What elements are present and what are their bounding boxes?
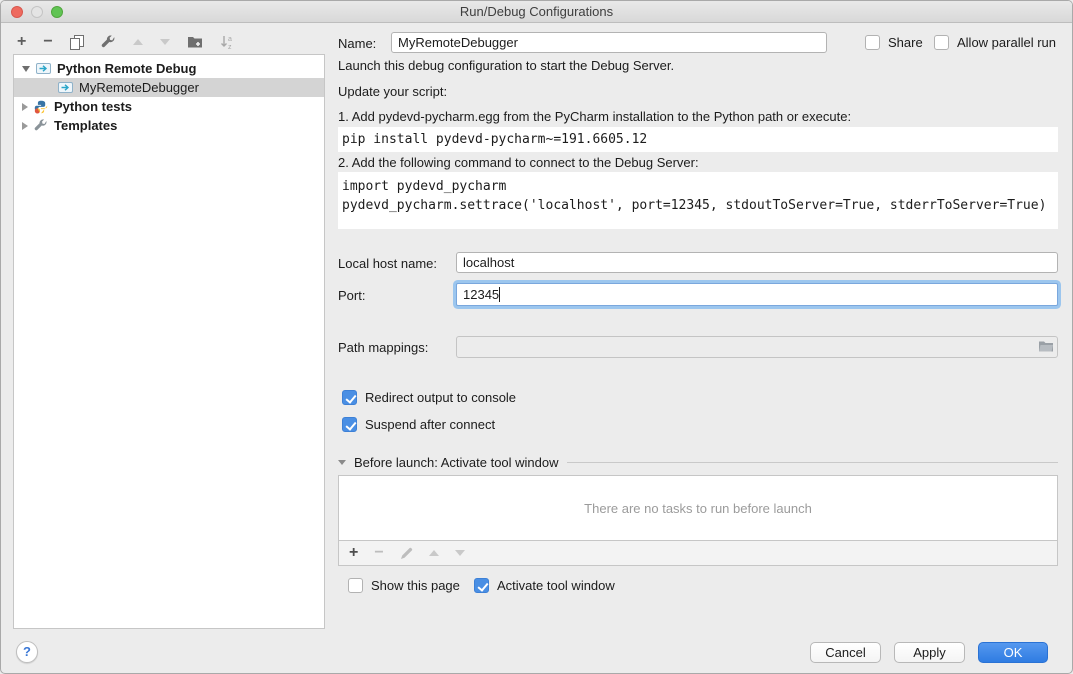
chevron-expanded-icon[interactable] [22,66,30,72]
suspend-after-connect-checkbox[interactable] [342,417,357,432]
browse-folder-icon[interactable] [1038,340,1054,356]
templates-wrench-icon [34,119,48,133]
move-task-down-icon [455,550,465,556]
tree-item-label: Python tests [54,99,132,114]
suspend-after-connect-label: Suspend after connect [365,417,495,432]
tree-item-label: Templates [54,118,117,133]
step-1-text: 1. Add pydevd-pycharm.egg from the PyCha… [338,109,851,124]
remote-debug-icon [58,81,73,94]
configurations-tree: Python Remote Debug MyRemoteDebugger Pyt… [13,54,325,629]
window-title: Run/Debug Configurations [1,4,1072,19]
remove-task-icon: − [374,546,383,560]
add-task-icon[interactable]: + [349,546,358,560]
separator-line [567,462,1058,463]
tree-item-label: MyRemoteDebugger [79,80,199,95]
path-mappings-input[interactable] [456,336,1058,358]
title-bar: Run/Debug Configurations [1,1,1072,23]
copy-configuration-icon[interactable] [70,35,84,50]
settrace-code-block: import pydevd_pycharm pydevd_pycharm.set… [338,172,1058,229]
redirect-output-row: Redirect output to console [342,390,516,405]
tree-item-label: Python Remote Debug [57,61,196,76]
apply-button[interactable]: Apply [894,642,965,663]
run-debug-configurations-dialog: Run/Debug Configurations + − az Python R… [0,0,1073,674]
before-launch-title: Before launch: Activate tool window [354,455,559,470]
edit-templates-wrench-icon[interactable] [101,35,116,50]
port-input-wrapper [456,283,1058,306]
remote-debug-icon [36,62,51,75]
code-line-2: pydevd_pycharm.settrace('localhost', por… [342,196,1058,215]
add-configuration-icon[interactable]: + [17,35,26,49]
move-up-icon [133,39,143,45]
pip-install-code-block: pip install pydevd-pycharm~=191.6605.12 [338,127,1058,152]
collapse-triangle-icon[interactable] [338,460,346,465]
tree-item-templates[interactable]: Templates [14,116,324,135]
move-down-icon [160,39,170,45]
allow-parallel-run-label: Allow parallel run [957,35,1056,50]
description-line-1: Launch this debug configuration to start… [338,58,674,73]
allow-parallel-run-checkbox[interactable] [934,35,949,50]
svg-text:a: a [228,36,232,43]
edit-task-pencil-icon [400,547,413,560]
help-button[interactable]: ? [16,641,38,663]
move-task-up-icon [429,550,439,556]
allow-parallel-checkbox-row: Allow parallel run [934,35,1056,50]
tree-item-python-tests[interactable]: Python tests [14,97,324,116]
remove-configuration-icon[interactable]: − [43,35,52,49]
show-this-page-label: Show this page [371,578,460,593]
share-checkbox[interactable] [865,35,880,50]
before-launch-task-list[interactable]: There are no tasks to run before launch [338,475,1058,541]
chevron-collapsed-icon[interactable] [22,122,28,130]
local-host-name-input[interactable] [456,252,1058,273]
empty-task-list-text: There are no tasks to run before launch [584,501,812,516]
share-checkbox-row: Share [865,35,923,50]
code-line-1: import pydevd_pycharm [342,177,1058,196]
port-label: Port: [338,288,365,303]
tree-item-myremotedebugger[interactable]: MyRemoteDebugger [14,78,324,97]
activate-tool-window-row: Activate tool window [474,578,615,593]
before-launch-header[interactable]: Before launch: Activate tool window [338,455,1058,470]
step-2-text: 2. Add the following command to connect … [338,155,699,170]
tree-item-python-remote-debug[interactable]: Python Remote Debug [14,59,324,78]
activate-tool-window-label: Activate tool window [497,578,615,593]
redirect-output-label: Redirect output to console [365,390,516,405]
name-label: Name: [338,36,376,51]
python-tests-icon [34,100,48,114]
share-label: Share [888,35,923,50]
path-mappings-label: Path mappings: [338,340,428,355]
redirect-output-checkbox[interactable] [342,390,357,405]
ok-button[interactable]: OK [978,642,1048,663]
port-input[interactable] [456,283,1058,306]
suspend-after-connect-row: Suspend after connect [342,417,495,432]
description-line-2: Update your script: [338,84,447,99]
task-list-toolbar: + − [338,541,1058,566]
cancel-button[interactable]: Cancel [810,642,881,663]
svg-text:z: z [228,44,232,50]
sort-alphabetically-icon[interactable]: az [220,35,234,50]
activate-tool-window-checkbox[interactable] [474,578,489,593]
chevron-collapsed-icon[interactable] [22,103,28,111]
show-this-page-checkbox[interactable] [348,578,363,593]
local-host-name-label: Local host name: [338,256,437,271]
configurations-toolbar: + − az [17,34,234,50]
show-this-page-row: Show this page [348,578,460,593]
name-input[interactable] [391,32,827,53]
new-folder-icon[interactable] [187,35,203,49]
text-caret [499,287,500,302]
